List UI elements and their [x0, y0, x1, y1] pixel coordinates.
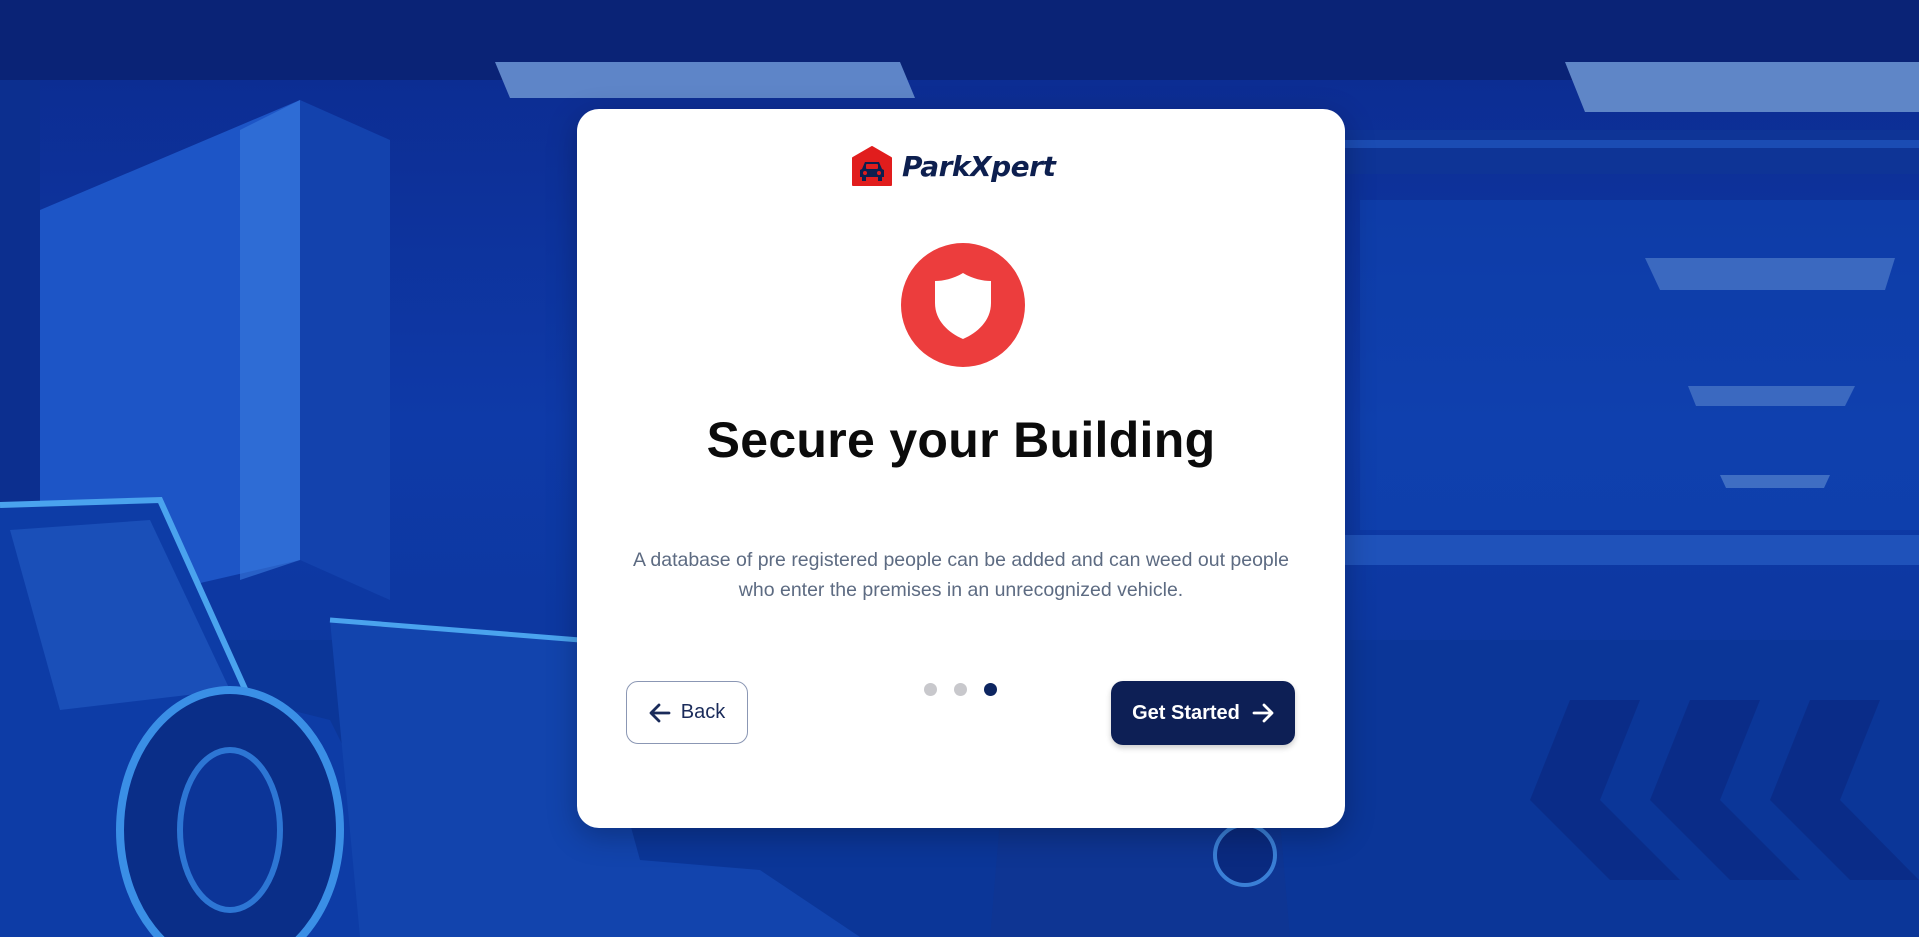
back-button[interactable]: Back [626, 681, 748, 744]
back-button-label: Back [680, 701, 726, 723]
page-title: Secure your Building [706, 412, 1216, 468]
arrow-right-icon [1252, 703, 1274, 723]
pagination-dot-1[interactable] [924, 683, 937, 696]
get-started-button-label: Get Started [1132, 701, 1240, 724]
pagination-dot-2[interactable] [954, 683, 967, 696]
car-garage-icon [852, 146, 892, 186]
background-scene: ParkXpert Secure your Building A databas… [0, 0, 1919, 937]
pagination-dots [924, 683, 997, 696]
page-description: A database of pre registered people can … [633, 549, 1289, 601]
brand-name: ParkXpert [902, 149, 1056, 183]
shield-icon [935, 273, 991, 339]
shield-icon-badge [901, 243, 1025, 367]
get-started-button[interactable]: Get Started [1111, 681, 1295, 745]
onboarding-card: ParkXpert Secure your Building A databas… [577, 109, 1345, 828]
pagination-dot-3-active[interactable] [984, 683, 997, 696]
arrow-left-icon [649, 703, 671, 722]
brand-logo[interactable]: ParkXpert [851, 145, 1056, 187]
